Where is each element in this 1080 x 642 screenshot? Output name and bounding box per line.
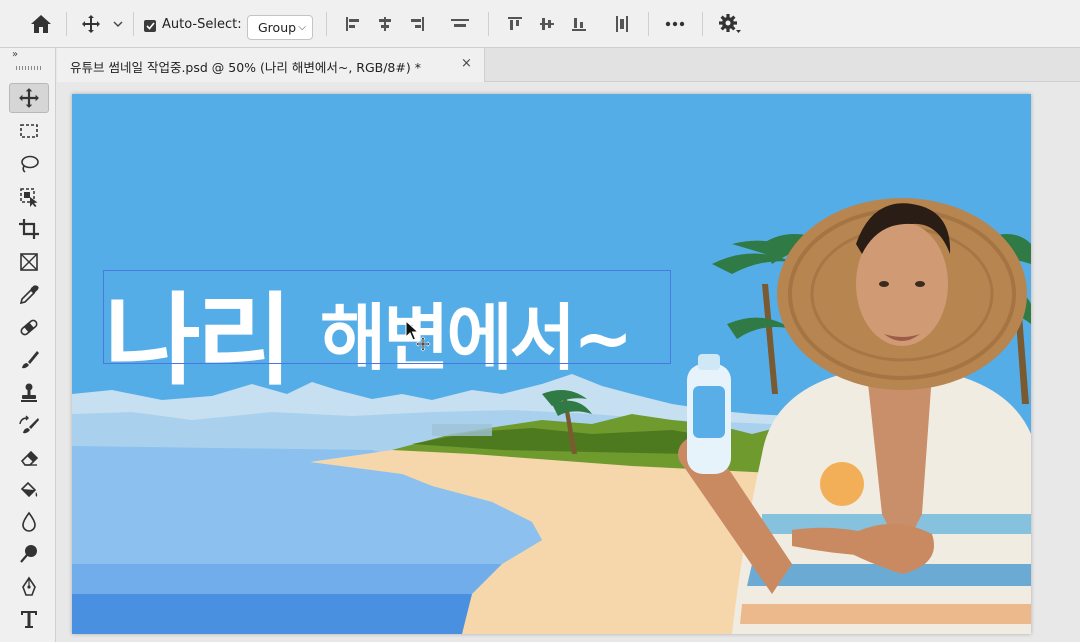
distribute-vertical-icon[interactable] [610,0,634,48]
eraser-tool-button[interactable] [9,443,49,473]
document-tab-bar: 유튜브 썸네일 작업중.psd @ 50% (나리 해변에서~, RGB/8#)… [57,48,1080,82]
frame-icon [20,253,38,271]
paint-bucket-tool-button[interactable] [9,475,49,505]
close-tab-icon[interactable]: × [461,56,472,71]
eraser-icon [20,450,39,466]
document-tab[interactable]: 유튜브 썸네일 작업중.psd @ 50% (나리 해변에서~, RGB/8#)… [57,48,485,82]
chevron-down-icon: ⌵ [298,22,306,33]
move-tool-button[interactable] [9,83,49,113]
crop-icon [19,219,39,239]
paint-bucket-icon [20,481,38,498]
align-right-edges-icon[interactable] [405,0,429,48]
lasso-tool-button[interactable] [9,149,49,179]
brush-icon [22,351,39,369]
clone-stamp-tool-button[interactable] [9,378,49,408]
history-brush-icon [19,415,39,434]
object-selection-tool-button[interactable] [9,182,49,212]
tool-preset-chevron-down-icon[interactable] [110,0,126,48]
healing-brush-icon [20,319,38,336]
spot-healing-brush-tool-button[interactable] [9,312,49,342]
auto-select-label: Auto-Select: [162,17,242,32]
object-selection-icon [20,188,38,207]
collapse-panel-icon[interactable]: » [12,49,18,60]
crop-tool-button[interactable] [9,214,49,244]
move-cursor-icon [405,319,435,358]
auto-select-target-dropdown[interactable]: Group ⌵ [247,15,313,40]
lasso-icon [21,155,39,173]
type-tool-button[interactable] [9,604,49,634]
auto-select-checkbox[interactable] [144,20,156,32]
move-icon [19,88,39,108]
toolbox-grip[interactable] [16,66,42,70]
rectangular-marquee-tool-button[interactable] [9,116,49,146]
move-tool-icon[interactable] [79,0,103,48]
align-left-edges-icon[interactable] [341,0,365,48]
eyedropper-icon [19,285,39,305]
align-top-edges-icon[interactable] [503,0,527,48]
settings-gear-icon[interactable] [716,0,744,48]
layer-selection-bounding-box[interactable] [103,270,671,364]
align-vertical-centers-icon[interactable] [535,0,559,48]
align-horizontal-centers-icon[interactable] [373,0,397,48]
options-bar: Auto-Select: Group ⌵ [0,0,1080,48]
auto-select-target-value: Group [258,20,297,35]
marquee-icon [20,124,38,138]
distribute-horizontal-icon[interactable] [447,0,473,48]
eyedropper-tool-button[interactable] [9,280,49,310]
document-canvas[interactable]: 나리 해변에서~ [72,94,1031,634]
more-options-icon[interactable] [662,0,688,48]
pen-icon [22,576,36,596]
dodge-tool-button[interactable] [9,539,49,569]
pen-tool-button[interactable] [9,572,49,602]
brush-tool-button[interactable] [9,345,49,375]
document-tab-title: 유튜브 썸네일 작업중.psd @ 50% (나리 해변에서~, RGB/8#)… [70,60,421,75]
blur-tool-button[interactable] [9,507,49,537]
type-icon [21,611,37,628]
dodge-icon [20,545,37,563]
stamp-icon [21,383,37,402]
home-icon[interactable] [26,0,56,48]
history-brush-tool-button[interactable] [9,411,49,441]
blur-drop-icon [22,511,36,532]
frame-tool-button[interactable] [9,247,49,277]
align-bottom-edges-icon[interactable] [567,0,591,48]
